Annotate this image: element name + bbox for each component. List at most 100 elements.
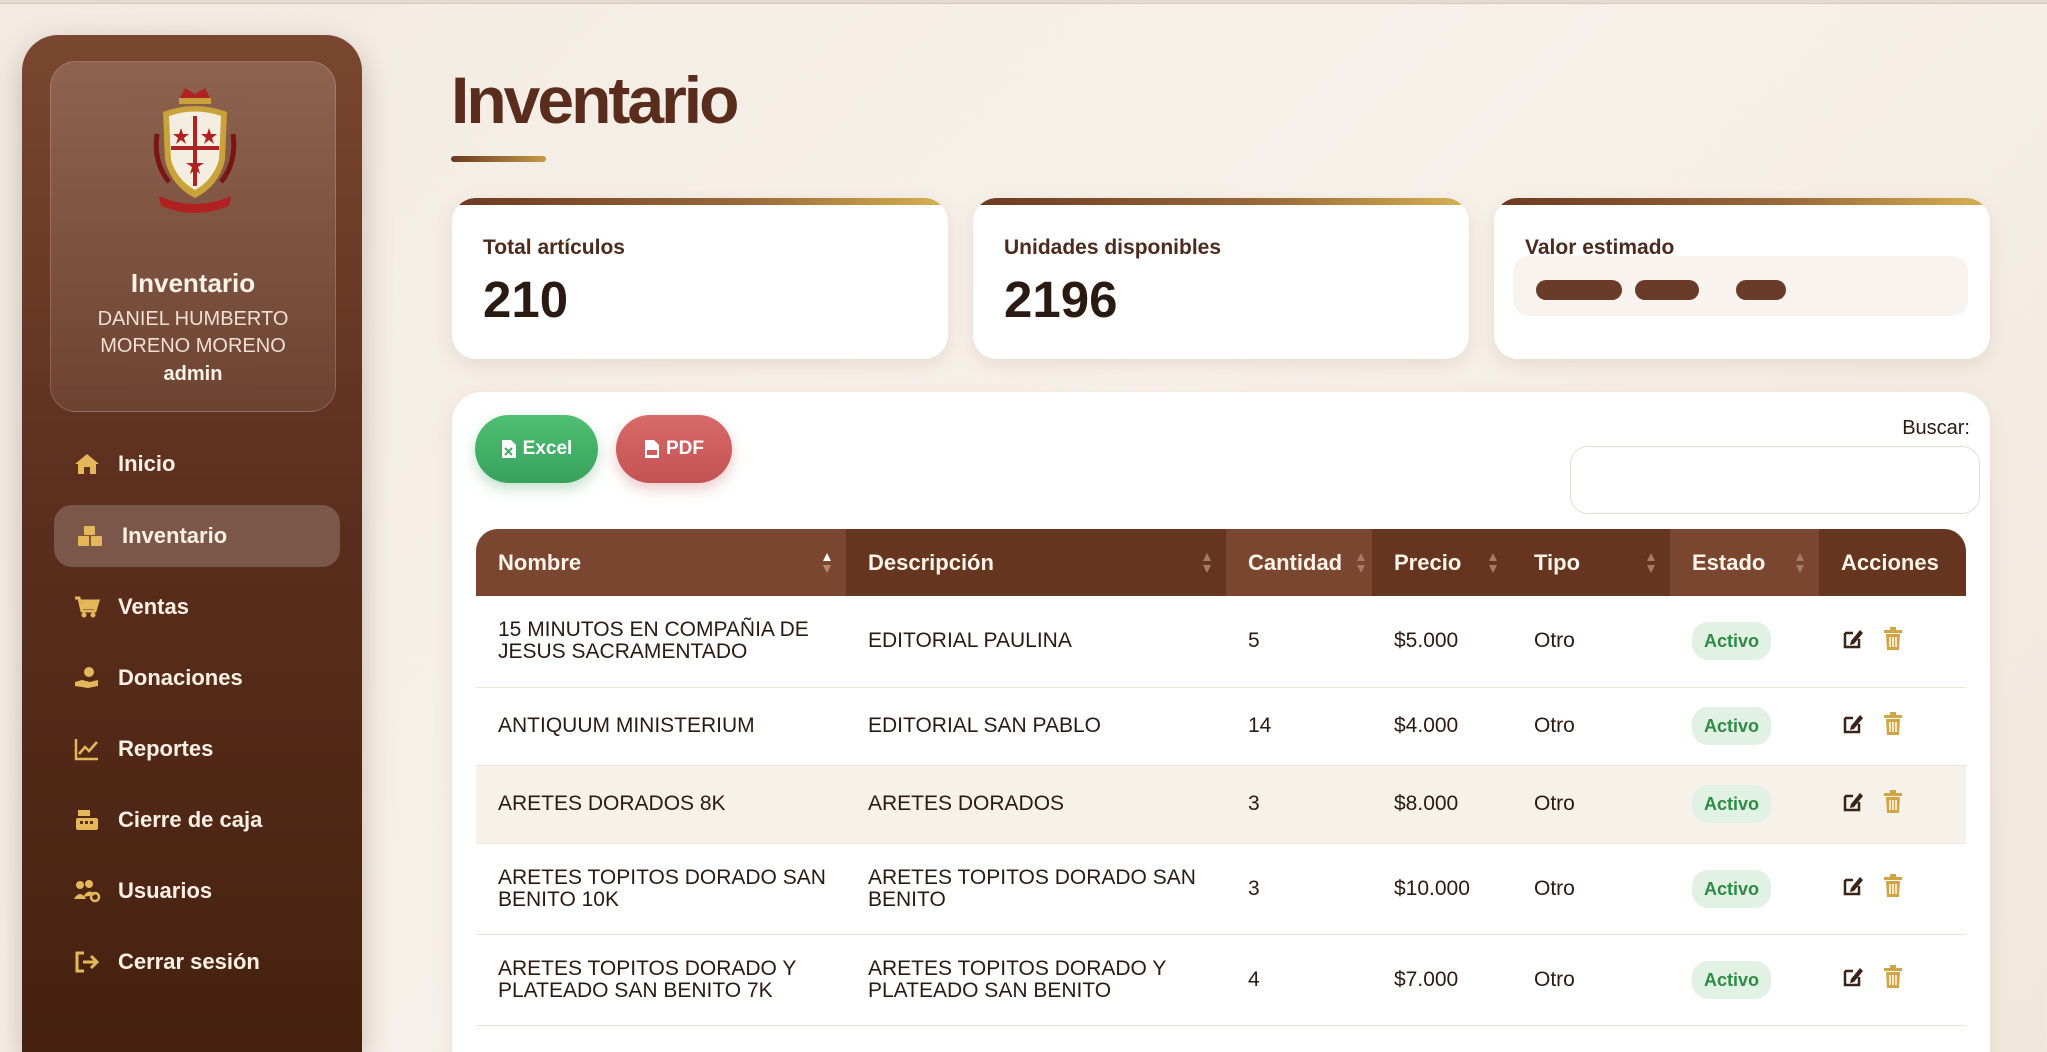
cell-tipo: Otro xyxy=(1512,843,1670,935)
column-label: Descripción xyxy=(868,549,994,575)
column-header-acciones: Acciones xyxy=(1819,529,1966,596)
sort-icon xyxy=(1357,552,1365,573)
cell-descripcion: EDITORIAL PAULINA xyxy=(846,596,1226,688)
trash-icon[interactable] xyxy=(1883,874,1907,898)
sidebar-item-donaciones[interactable]: Donaciones xyxy=(54,647,340,709)
status-badge: Activo xyxy=(1692,622,1772,661)
cell-cantidad: 3 xyxy=(1226,843,1372,935)
trash-icon[interactable] xyxy=(1883,965,1907,989)
trash-icon[interactable] xyxy=(1883,789,1907,814)
profile-role: admin xyxy=(163,363,223,385)
excel-label: Excel xyxy=(522,438,573,459)
sidebar-item-label: Donaciones xyxy=(118,665,243,690)
stat-value: 2196 xyxy=(1004,271,1118,328)
file-excel-icon xyxy=(501,440,516,458)
cell-estado: Activo xyxy=(1670,765,1819,844)
sidebar-item-inicio[interactable]: Inicio xyxy=(54,433,340,495)
search-input[interactable] xyxy=(1570,446,1980,514)
sidebar-item-reportes[interactable]: Reportes xyxy=(54,718,340,780)
cell-cantidad: 5 xyxy=(1226,596,1372,688)
trash-icon[interactable] xyxy=(1883,626,1907,651)
search-label: Buscar: xyxy=(1902,417,1970,439)
cell-nombre: ARETES DORADOS 8K xyxy=(476,765,846,844)
cell-tipo: Otro xyxy=(1512,596,1670,688)
redaction-mark xyxy=(1536,280,1622,300)
column-label: Nombre xyxy=(498,549,582,575)
status-badge: Activo xyxy=(1692,869,1772,908)
edit-icon[interactable] xyxy=(1841,712,1865,736)
cell-acciones xyxy=(1819,934,1966,1026)
inventory-panel: Excel PDF Buscar: Nombre Descripción Can… xyxy=(452,392,1990,1052)
cart-icon xyxy=(70,594,104,620)
sidebar-item-label: Inventario xyxy=(122,523,228,548)
sidebar-item-cierre-de-caja[interactable]: Cierre de caja xyxy=(54,789,340,851)
profile-user-name: DANIEL HUMBERTO MORENO MORENO xyxy=(51,306,335,360)
sidebar-item-label: Ventas xyxy=(118,594,189,619)
cell-precio: $10.000 xyxy=(1372,843,1512,935)
cell-precio: $8.000 xyxy=(1372,765,1512,844)
sort-icon xyxy=(1796,552,1804,573)
sidebar-item-label: Cierre de caja xyxy=(118,807,263,832)
sidebar-item-cerrar-sesion[interactable]: Cerrar sesión xyxy=(54,931,340,993)
edit-icon[interactable] xyxy=(1841,965,1865,989)
cell-precio: $4.000 xyxy=(1372,687,1512,766)
column-header-cantidad[interactable]: Cantidad xyxy=(1226,529,1372,596)
stat-value: 210 xyxy=(483,271,569,328)
cell-acciones xyxy=(1819,765,1966,844)
edit-icon[interactable] xyxy=(1841,790,1865,814)
top-border xyxy=(0,0,2047,4)
sidebar-item-inventario[interactable]: Inventario xyxy=(54,505,340,567)
column-header-tipo[interactable]: Tipo xyxy=(1512,529,1670,596)
sidebar-item-label: Cerrar sesión xyxy=(118,949,260,974)
column-label: Precio xyxy=(1394,549,1462,575)
cell-estado: Activo xyxy=(1670,687,1819,766)
sidebar-item-label: Reportes xyxy=(118,736,214,761)
cell-cantidad: 4 xyxy=(1226,934,1372,1026)
logout-icon xyxy=(70,949,104,975)
stat-label: Total artículos xyxy=(483,236,625,259)
table-header-row: Nombre Descripción Cantidad Precio Tipo … xyxy=(476,529,1966,596)
sidebar: Inventario DANIEL HUMBERTO MORENO MORENO… xyxy=(22,35,362,1052)
home-icon xyxy=(70,451,104,477)
trash-icon[interactable] xyxy=(1883,711,1907,736)
export-excel-button[interactable]: Excel xyxy=(475,415,598,483)
profile-name-line1: DANIEL HUMBERTO xyxy=(97,308,289,330)
table-row: ANTIQUUM MINISTERIUM EDITORIAL SAN PABLO… xyxy=(476,687,1966,766)
inventory-table: Nombre Descripción Cantidad Precio Tipo … xyxy=(476,529,1966,1026)
cell-tipo: Otro xyxy=(1512,934,1670,1026)
column-header-descripcion[interactable]: Descripción xyxy=(846,529,1226,596)
profile-title: Inventario xyxy=(130,268,256,298)
users-gear-icon xyxy=(70,878,104,904)
stat-card-unidades-disponibles: Unidades disponibles 2196 xyxy=(973,198,1469,359)
cell-precio: $7.000 xyxy=(1372,934,1512,1026)
sidebar-item-ventas[interactable]: Ventas xyxy=(54,576,340,638)
cell-cantidad: 3 xyxy=(1226,765,1372,844)
column-header-precio[interactable]: Precio xyxy=(1372,529,1512,596)
cell-nombre: ANTIQUUM MINISTERIUM xyxy=(476,687,846,766)
cell-estado: Activo xyxy=(1670,596,1819,688)
column-header-nombre[interactable]: Nombre xyxy=(476,529,846,596)
sort-icon xyxy=(823,552,831,573)
cell-tipo: Otro xyxy=(1512,765,1670,844)
edit-icon[interactable] xyxy=(1841,627,1865,651)
edit-icon[interactable] xyxy=(1841,874,1865,898)
table-row: 15 MINUTOS EN COMPAÑIA DE JESUS SACRAMEN… xyxy=(476,596,1966,688)
profile-card: Inventario DANIEL HUMBERTO MORENO MORENO… xyxy=(50,61,336,412)
redaction-mark xyxy=(1736,280,1786,300)
file-pdf-icon xyxy=(645,440,659,458)
stat-label: Unidades disponibles xyxy=(1004,236,1222,259)
column-header-estado[interactable]: Estado xyxy=(1670,529,1819,596)
cash-register-icon xyxy=(70,807,104,833)
page-title: Inventario xyxy=(451,63,739,137)
sidebar-item-usuarios[interactable]: Usuarios xyxy=(54,860,340,922)
cell-precio: $5.000 xyxy=(1372,596,1512,688)
cell-nombre: ARETES TOPITOS DORADO Y PLATEADO SAN BEN… xyxy=(476,934,846,1026)
status-badge: Activo xyxy=(1692,785,1772,823)
sort-icon xyxy=(1203,552,1211,573)
crest-logo-icon xyxy=(153,88,237,213)
export-pdf-button[interactable]: PDF xyxy=(616,415,732,483)
title-underline xyxy=(451,156,546,162)
cell-acciones xyxy=(1819,843,1966,935)
cell-descripcion: ARETES DORADOS xyxy=(846,765,1226,844)
profile-name-line2: MORENO MORENO xyxy=(100,335,286,357)
